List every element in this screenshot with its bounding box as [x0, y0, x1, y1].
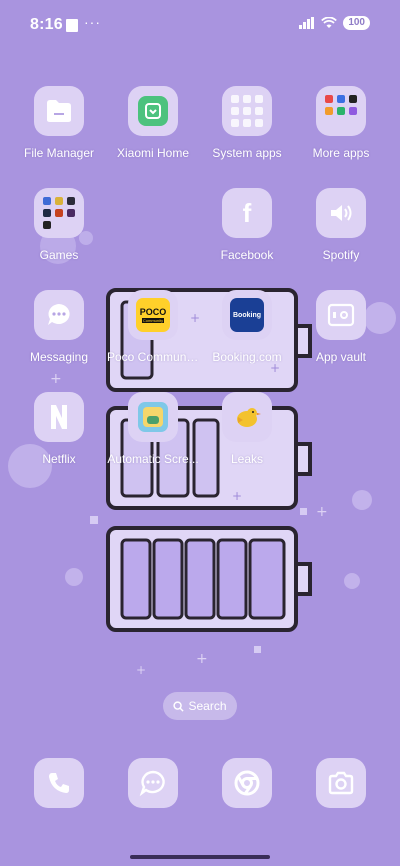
poco-community-icon: POCO Community — [128, 290, 178, 340]
app-booking[interactable]: Booking Booking.com — [197, 290, 297, 370]
folder-system-apps[interactable]: System apps — [197, 86, 297, 166]
automatic-screen-icon — [128, 392, 178, 442]
poco-logo-text: POCO — [139, 307, 167, 317]
dock-messages[interactable] — [128, 758, 178, 808]
app-file-manager[interactable]: File Manager — [9, 86, 109, 166]
status-bar: 8:16 ··· 100 — [0, 0, 400, 52]
search-icon — [173, 700, 185, 712]
app-label: System apps — [212, 146, 282, 160]
app-label: File Manager — [23, 146, 95, 160]
app-xiaomi-home[interactable]: Xiaomi Home — [103, 86, 203, 166]
message-bubble-icon — [34, 290, 84, 340]
status-time: 8:16 — [30, 16, 63, 33]
folder-more-apps[interactable]: More apps — [291, 86, 391, 166]
games-folder-icon — [34, 188, 84, 238]
app-label: Automatic Scre... — [107, 452, 199, 466]
xiaomi-home-icon — [128, 86, 178, 136]
booking-icon: Booking — [222, 290, 272, 340]
folder-games[interactable]: Games — [9, 188, 109, 268]
search-label: Search — [188, 699, 227, 713]
dock-camera[interactable] — [316, 758, 366, 808]
app-netflix[interactable]: Netflix — [9, 392, 109, 472]
booking-logo-text: Booking — [233, 311, 261, 319]
camera-icon — [328, 771, 354, 795]
notification-square-icon — [66, 19, 78, 32]
battery-indicator: 100 — [343, 16, 370, 30]
search-button[interactable]: Search — [163, 692, 237, 720]
speaker-icon — [316, 188, 366, 238]
app-spotify[interactable]: Spotify — [291, 188, 391, 268]
dock-browser[interactable] — [222, 758, 272, 808]
more-apps-folder-icon — [316, 86, 366, 136]
more-notifications-indicator: ··· — [84, 14, 101, 30]
app-poco-community[interactable]: POCO Community Poco Communi... — [103, 290, 203, 370]
app-label: Games — [39, 248, 79, 262]
app-label: Facebook — [220, 248, 274, 262]
app-app-vault[interactable]: App vault — [291, 290, 391, 370]
app-label: Messaging — [29, 350, 89, 364]
app-automatic-screen[interactable]: Automatic Scre... — [103, 392, 203, 472]
wifi-icon — [321, 17, 338, 28]
app-label: Booking.com — [212, 350, 282, 364]
app-label: App vault — [315, 350, 367, 364]
app-label: Xiaomi Home — [116, 146, 190, 160]
dock-phone[interactable] — [34, 758, 84, 808]
svg-text:+: + — [232, 489, 242, 503]
app-label: Netflix — [42, 452, 76, 466]
svg-text:+: + — [196, 651, 208, 667]
phone-icon — [49, 773, 69, 793]
file-manager-icon — [34, 86, 84, 136]
svg-text:+: + — [50, 371, 62, 387]
netflix-icon — [34, 392, 84, 442]
facebook-icon: f — [222, 188, 272, 238]
app-label: Leaks — [230, 452, 264, 466]
app-label: More apps — [312, 146, 370, 160]
messages-icon — [139, 770, 165, 797]
system-apps-folder-icon — [222, 86, 272, 136]
app-label: Spotify — [322, 248, 360, 262]
vault-icon — [316, 290, 366, 340]
poco-subtext: Community — [141, 318, 165, 323]
svg-text:+: + — [136, 663, 146, 677]
status-right-icons: 100 — [299, 16, 370, 30]
app-label: Poco Communi... — [107, 350, 200, 364]
app-facebook[interactable]: f Facebook — [197, 188, 297, 268]
app-leaks[interactable]: Leaks — [197, 392, 297, 472]
app-messaging[interactable]: Messaging — [9, 290, 109, 370]
svg-text:+: + — [316, 504, 328, 520]
home-indicator[interactable] — [130, 855, 270, 859]
browser-icon — [234, 770, 260, 796]
leaks-bird-icon — [222, 392, 272, 442]
signal-icon — [299, 17, 315, 29]
